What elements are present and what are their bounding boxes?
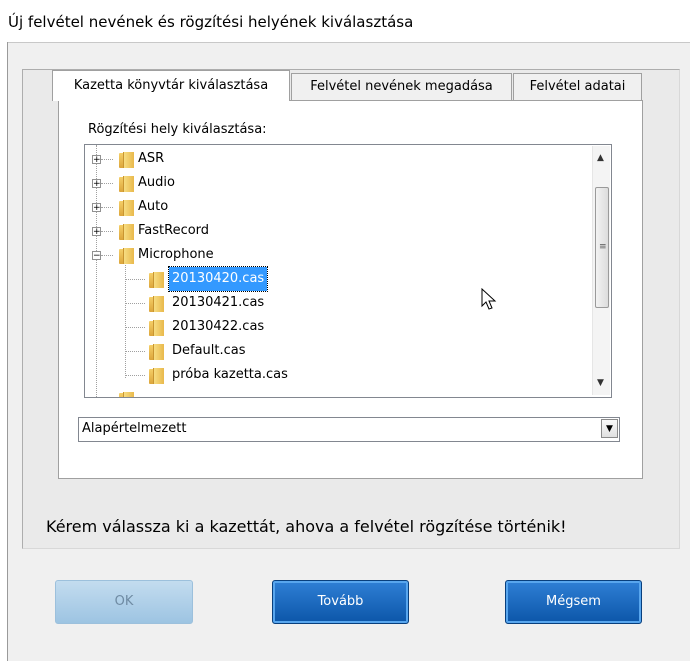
expand-icon[interactable]: + — [92, 227, 101, 237]
tree-item-microphone[interactable]: − Microphone — [85, 243, 585, 267]
folder-icon — [119, 150, 134, 168]
group-label: Rögzítési hely kiválasztása: — [86, 122, 269, 137]
next-button[interactable]: Tovább — [272, 580, 409, 624]
tree-item-auto[interactable]: + Auto — [85, 195, 585, 219]
dialog-window: Új felvétel nevének és rögzítési helyéne… — [0, 0, 690, 661]
tab-recording-name[interactable]: Felvétel nevének megadása — [291, 73, 512, 100]
folder-icon — [119, 198, 134, 216]
folder-icon — [149, 270, 164, 288]
tab-recording-data[interactable]: Felvétel adatai — [513, 73, 642, 100]
folder-icon — [119, 390, 134, 397]
tree-item-asr[interactable]: + ASR — [85, 147, 585, 171]
collapse-icon[interactable]: − — [92, 251, 101, 261]
cancel-button[interactable]: Mégsem — [505, 580, 642, 624]
folder-icon — [149, 342, 164, 360]
tree-item-label: 20130420.cas — [167, 266, 269, 292]
chevron-down-icon[interactable]: ▼ — [601, 419, 618, 438]
tree-item-audio[interactable]: + Audio — [85, 171, 585, 195]
tree-item-default[interactable]: Default.cas — [85, 339, 585, 363]
folder-icon — [119, 222, 134, 240]
tree-item-label: 20130421.cas — [172, 295, 265, 310]
tree-item-label: Default.cas — [172, 343, 246, 358]
ok-button[interactable]: OK — [55, 580, 193, 624]
folder-icon — [119, 246, 134, 264]
tree-item-label: FastRecord — [138, 223, 210, 238]
dropdown-value: Alapértelmezett — [82, 421, 187, 436]
folder-icon — [149, 366, 164, 384]
scrollbar-thumb[interactable]: ≡ — [595, 187, 609, 308]
folder-icon — [149, 294, 164, 312]
profile-dropdown[interactable]: Alapértelmezett ▼ — [78, 417, 620, 442]
scroll-down-icon[interactable]: ▼ — [597, 379, 604, 388]
tab-label: Felvétel nevének megadása — [310, 79, 493, 94]
title-bar[interactable]: Új felvétel nevének és rögzítési helyéne… — [0, 0, 690, 43]
tree-item-label: ASR — [138, 151, 165, 166]
tree-item-label: 20130422.cas — [172, 319, 265, 334]
tree-item-label: Auto — [138, 199, 169, 214]
expand-icon[interactable]: + — [92, 179, 101, 189]
folder-icon — [149, 318, 164, 336]
scroll-up-icon[interactable]: ▲ — [597, 154, 604, 163]
tree-item-20130420[interactable]: 20130420.cas — [85, 266, 585, 292]
folder-icon — [119, 174, 134, 192]
tree-item-label: Audio — [138, 175, 175, 190]
tree-item-20130422[interactable]: 20130422.cas — [85, 315, 585, 339]
expand-icon[interactable]: + — [92, 155, 101, 165]
tree-scrollbar[interactable]: ▲ ≡ ▼ — [592, 146, 610, 395]
tab-cassette-library[interactable]: Kazetta könyvtár kiválasztása — [52, 70, 290, 101]
tree-item-label: Microphone — [138, 247, 214, 262]
tree-item-fastrecord[interactable]: + FastRecord — [85, 219, 585, 243]
window-border — [0, 42, 8, 661]
window-title: Új felvétel nevének és rögzítési helyéne… — [8, 13, 414, 31]
instruction-text: Kérem válassza ki a kazettát, ahova a fe… — [46, 517, 567, 536]
tree-item-20130421[interactable]: 20130421.cas — [85, 291, 585, 315]
folder-tree[interactable]: + ASR + Audio + Auto + FastRecord − Micr… — [84, 144, 612, 398]
tree-item-label: próba kazetta.cas — [172, 367, 288, 382]
expand-icon[interactable]: + — [92, 203, 101, 213]
mouse-pointer-icon — [481, 288, 497, 310]
grip-icon: ≡ — [599, 242, 607, 252]
tree-item-proba-kazetta[interactable]: próba kazetta.cas — [85, 363, 585, 387]
tab-label: Felvétel adatai — [529, 79, 626, 94]
tab-label: Kazetta könyvtár kiválasztása — [73, 78, 269, 93]
